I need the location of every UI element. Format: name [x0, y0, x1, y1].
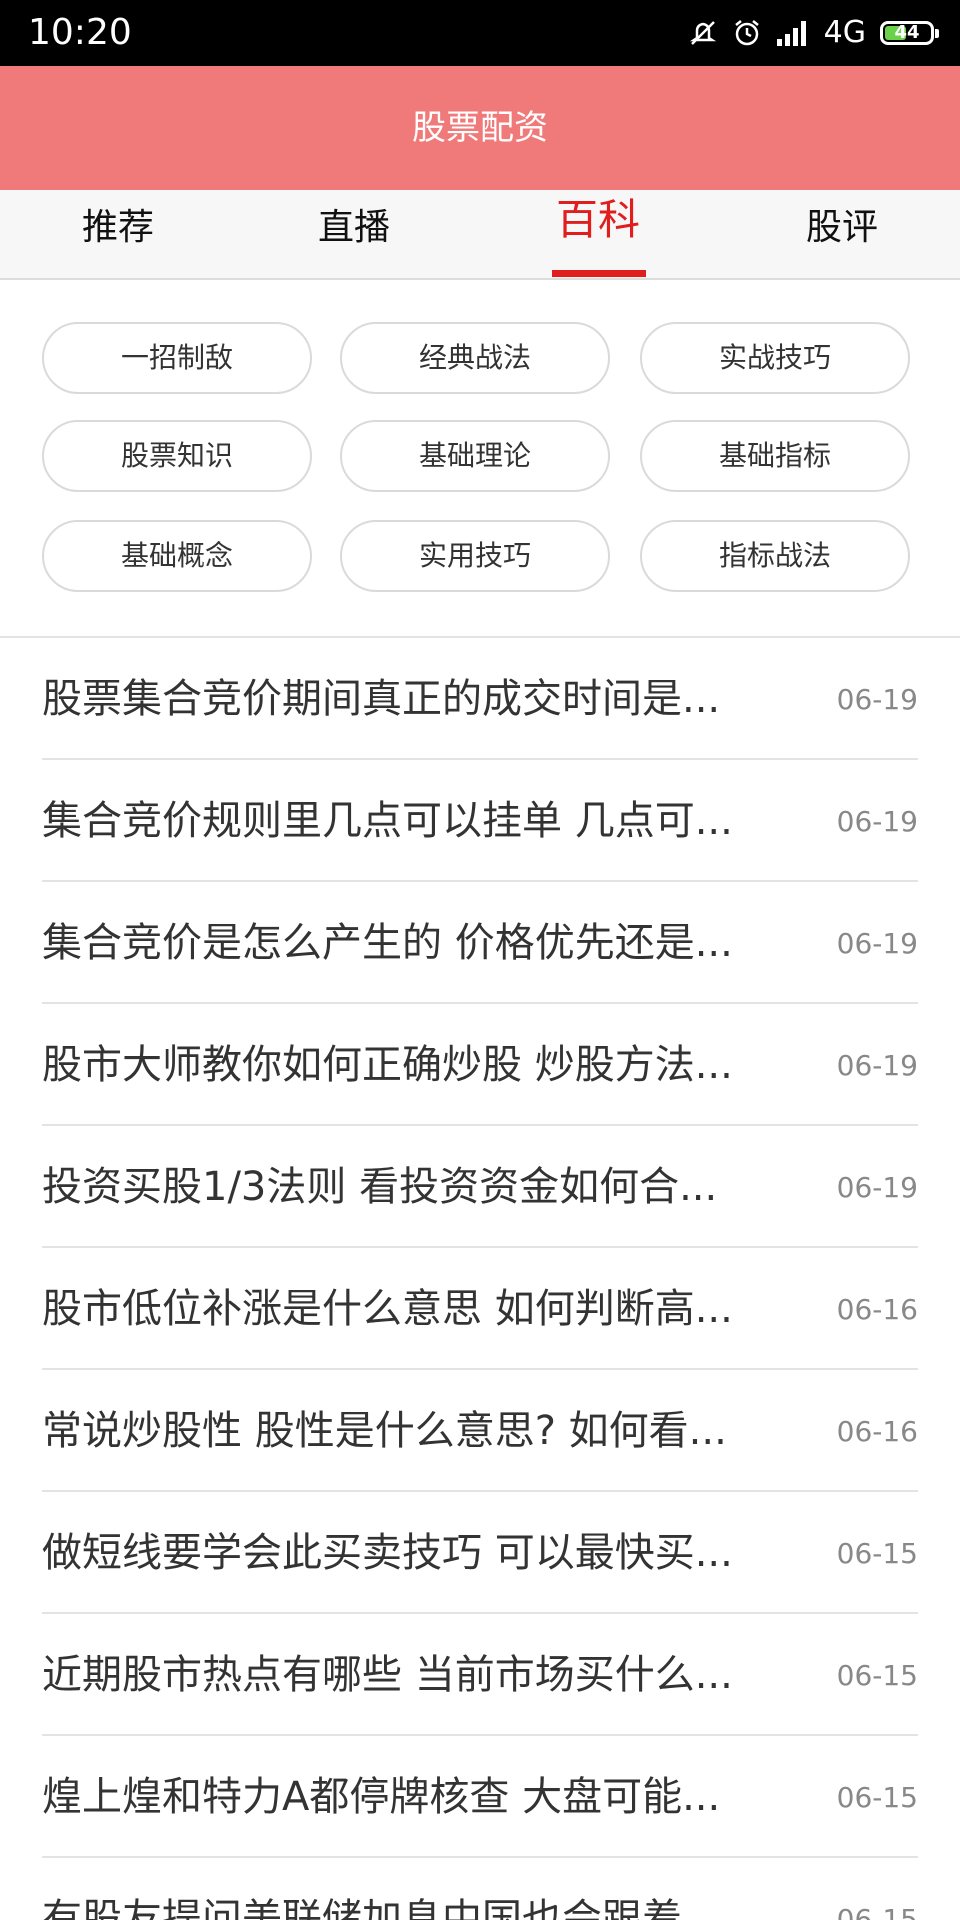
article-item[interactable]: 煌上煌和特力A都停牌核查 大盘可能... 06-15: [0, 1736, 960, 1858]
tab-live[interactable]: 直播: [274, 206, 434, 250]
status-icons: 4G 44: [688, 14, 939, 52]
article-date: 06-16: [836, 1415, 918, 1448]
article-date: 06-19: [836, 1171, 918, 1204]
article-date: 06-19: [836, 683, 918, 716]
article-title: 近期股市热点有哪些 当前市场买什么...: [42, 1652, 733, 1698]
article-item[interactable]: 投资买股1/3法则 看投资资金如何合... 06-19: [0, 1126, 960, 1248]
category-chip[interactable]: 基础概念: [42, 520, 312, 592]
article-title: 股市低位补涨是什么意思 如何判断高...: [42, 1286, 733, 1332]
article-item[interactable]: 做短线要学会此买卖技巧 可以最快买... 06-15: [0, 1492, 960, 1614]
battery-text: 44: [894, 22, 920, 43]
category-chip[interactable]: 股票知识: [42, 420, 312, 492]
article-date: 06-15: [836, 1781, 918, 1814]
category-chip[interactable]: 实用技巧: [340, 520, 610, 592]
article-item[interactable]: 近期股市热点有哪些 当前市场买什么... 06-15: [0, 1614, 960, 1736]
category-chips: 一招制敌 经典战法 实战技巧 股票知识 基础理论 基础指标 基础概念 实用技巧 …: [0, 280, 960, 636]
article-item[interactable]: 集合竞价规则里几点可以挂单 几点可... 06-19: [0, 760, 960, 882]
article-item[interactable]: 股市大师教你如何正确炒股 炒股方法... 06-19: [0, 1004, 960, 1126]
tab-bar: 推荐 直播 百科 股评: [0, 190, 960, 280]
mute-icon: [688, 18, 718, 48]
tab-recommend[interactable]: 推荐: [38, 206, 198, 250]
article-title: 股票集合竞价期间真正的成交时间是...: [42, 676, 721, 722]
article-date: 06-15: [836, 1903, 918, 1920]
signal-icon: [776, 19, 810, 47]
category-chip[interactable]: 基础指标: [640, 420, 910, 492]
article-date: 06-19: [836, 805, 918, 838]
article-title: 集合竞价规则里几点可以挂单 几点可...: [42, 798, 733, 844]
alarm-icon: [732, 18, 762, 48]
article-date: 06-19: [836, 927, 918, 960]
category-chip[interactable]: 实战技巧: [640, 322, 910, 394]
article-item[interactable]: 有股友提问美联储加息中国也会跟着... 06-15: [0, 1858, 960, 1920]
article-title: 投资买股1/3法则 看投资资金如何合...: [42, 1164, 718, 1210]
article-title: 做短线要学会此买卖技巧 可以最快买...: [42, 1530, 733, 1576]
battery-icon: 44: [880, 21, 939, 45]
article-item[interactable]: 集合竞价是怎么产生的 价格优先还是... 06-19: [0, 882, 960, 1004]
tab-encyclopedia[interactable]: 百科: [518, 198, 678, 242]
category-chip[interactable]: 一招制敌: [42, 322, 312, 394]
app-screen: 10:20 4G 44 股票配资 推荐 直播 百科 股评 一招制敌 经典战法 实…: [0, 0, 960, 1920]
network-label: 4G: [823, 15, 866, 50]
tab-stock-review[interactable]: 股评: [762, 206, 922, 250]
category-chip[interactable]: 指标战法: [640, 520, 910, 592]
article-title: 常说炒股性 股性是什么意思? 如何看...: [42, 1408, 727, 1454]
category-chip[interactable]: 经典战法: [340, 322, 610, 394]
article-item[interactable]: 股市低位补涨是什么意思 如何判断高... 06-16: [0, 1248, 960, 1370]
article-date: 06-15: [836, 1537, 918, 1570]
article-item[interactable]: 常说炒股性 股性是什么意思? 如何看... 06-16: [0, 1370, 960, 1492]
page-title: 股票配资: [412, 108, 548, 148]
status-bar: 10:20 4G 44: [0, 0, 960, 66]
app-header: 股票配资: [0, 66, 960, 190]
status-time: 10:20: [28, 12, 132, 53]
article-title: 股市大师教你如何正确炒股 炒股方法...: [42, 1042, 733, 1088]
article-item[interactable]: 股票集合竞价期间真正的成交时间是... 06-19: [0, 638, 960, 760]
article-title: 有股友提问美联储加息中国也会跟着...: [42, 1896, 721, 1920]
article-title: 煌上煌和特力A都停牌核查 大盘可能...: [42, 1774, 721, 1820]
article-date: 06-16: [836, 1293, 918, 1326]
article-date: 06-19: [836, 1049, 918, 1082]
category-chip[interactable]: 基础理论: [340, 420, 610, 492]
active-tab-indicator: [552, 270, 646, 277]
article-date: 06-15: [836, 1659, 918, 1692]
article-title: 集合竞价是怎么产生的 价格优先还是...: [42, 920, 733, 966]
